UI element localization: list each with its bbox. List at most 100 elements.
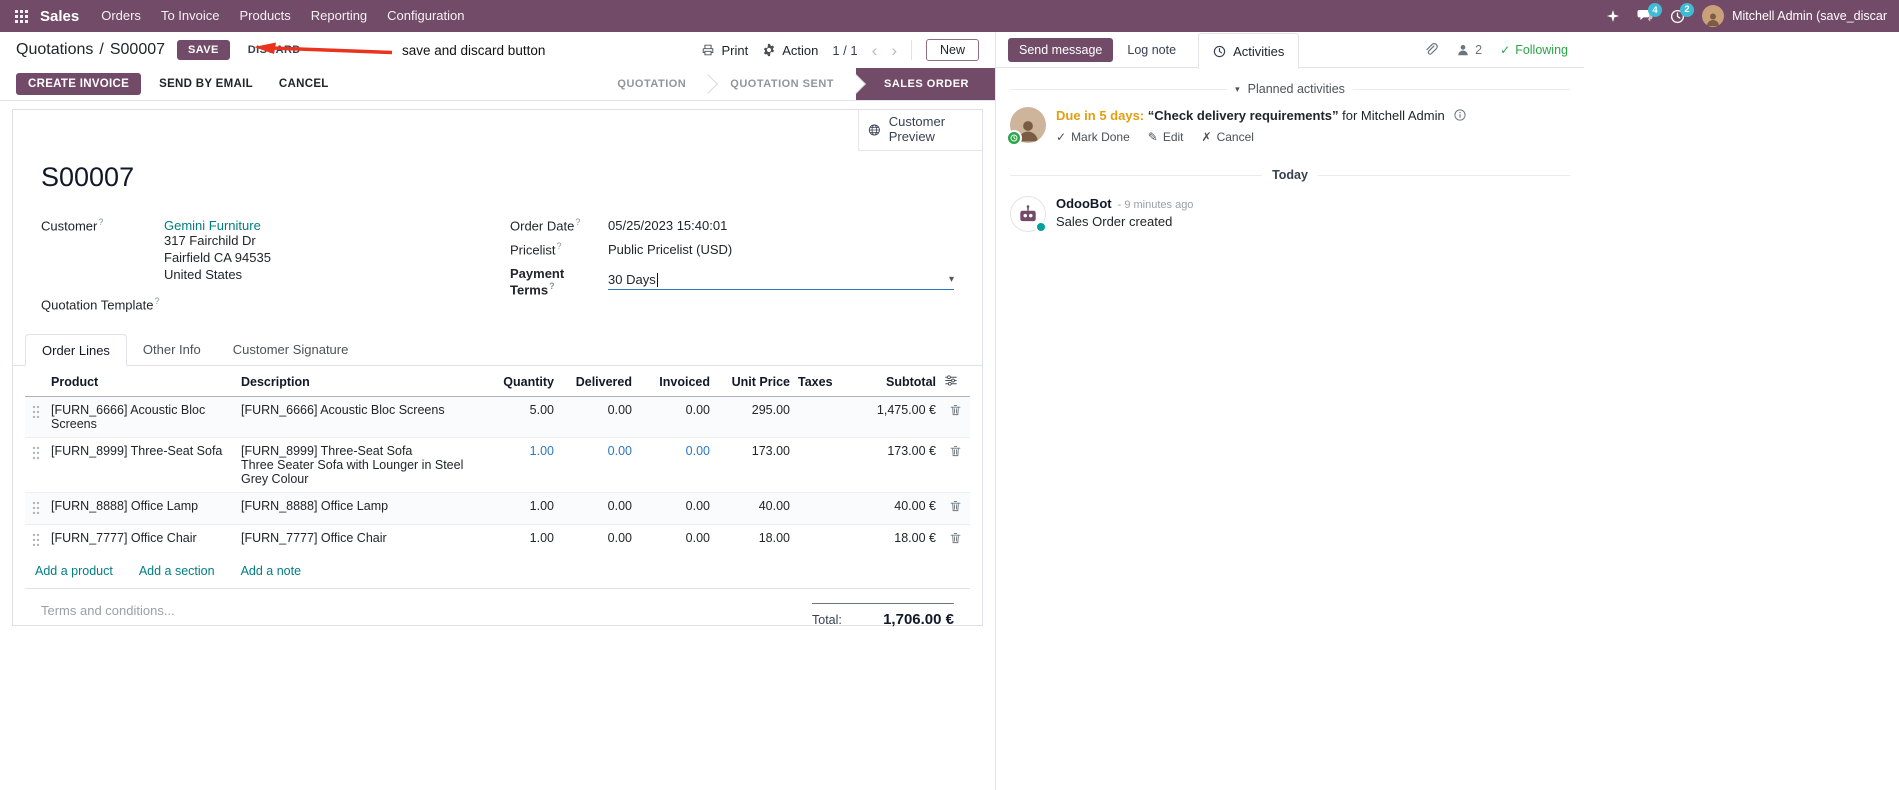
drag-handle-icon[interactable] bbox=[25, 397, 47, 438]
add-a-product-link[interactable]: Add a product bbox=[35, 564, 113, 578]
pricelist-field[interactable]: Public Pricelist (USD) bbox=[608, 242, 732, 257]
cell-quantity[interactable]: 1.00 bbox=[484, 437, 558, 493]
order-date-field[interactable]: 05/25/2023 15:40:01 bbox=[608, 218, 727, 233]
menu-reporting[interactable]: Reporting bbox=[301, 0, 377, 32]
menu-orders[interactable]: Orders bbox=[91, 0, 151, 32]
send-by-email-button[interactable]: SEND BY EMAIL bbox=[151, 73, 261, 95]
following-toggle[interactable]: ✓ Following bbox=[1500, 43, 1568, 57]
activities-tab[interactable]: Activities bbox=[1198, 32, 1300, 69]
payment-terms-value: 30 Days bbox=[608, 272, 656, 288]
column-settings-icon[interactable] bbox=[940, 366, 970, 398]
pager-previous-icon[interactable]: ‹ bbox=[872, 42, 878, 59]
edit-activity-button[interactable]: ✎ Edit bbox=[1148, 130, 1184, 144]
cell-invoiced[interactable]: 0.00 bbox=[636, 397, 714, 438]
status-steps: QUOTATION QUOTATION SENT SALES ORDER bbox=[595, 68, 995, 100]
step-sales-order[interactable]: SALES ORDER bbox=[856, 68, 995, 100]
cell-product[interactable]: [FURN_6666] Acoustic Bloc Screens bbox=[47, 397, 237, 438]
action-label: Action bbox=[782, 42, 819, 58]
add-a-note-link[interactable]: Add a note bbox=[241, 564, 301, 578]
cell-invoiced[interactable]: 0.00 bbox=[636, 524, 714, 557]
cell-quantity[interactable]: 5.00 bbox=[484, 397, 558, 438]
drag-handle-icon[interactable] bbox=[25, 437, 47, 493]
cell-delivered[interactable]: 0.00 bbox=[558, 524, 636, 557]
cell-unit-price[interactable]: 18.00 bbox=[714, 524, 794, 557]
log-note-button[interactable]: Log note bbox=[1117, 38, 1186, 62]
planned-activities-label: Planned activities bbox=[1247, 82, 1345, 96]
tab-other-info[interactable]: Other Info bbox=[127, 334, 217, 365]
planned-activities-header[interactable]: ▾ Planned activities bbox=[1010, 82, 1570, 96]
create-invoice-button[interactable]: CREATE INVOICE bbox=[16, 73, 142, 95]
date-divider: Today bbox=[1010, 168, 1571, 182]
cell-description[interactable]: [FURN_6666] Acoustic Bloc Screens bbox=[237, 397, 484, 438]
cell-taxes[interactable] bbox=[794, 437, 840, 493]
payment-terms-field[interactable]: 30 Days ▾ bbox=[608, 272, 954, 291]
tab-customer-signature[interactable]: Customer Signature bbox=[217, 334, 365, 365]
add-a-section-link[interactable]: Add a section bbox=[139, 564, 215, 578]
tab-order-lines[interactable]: Order Lines bbox=[25, 334, 127, 367]
order-lines-table: Product Description Quantity Delivered I… bbox=[25, 366, 970, 557]
delete-line-icon[interactable] bbox=[940, 397, 970, 438]
menu-products[interactable]: Products bbox=[229, 0, 300, 32]
send-message-button[interactable]: Send message bbox=[1008, 37, 1114, 62]
customer-link[interactable]: Gemini Furniture bbox=[164, 218, 261, 233]
cell-taxes[interactable] bbox=[794, 524, 840, 557]
cell-delivered[interactable]: 0.00 bbox=[558, 492, 636, 525]
activities-tab-label: Activities bbox=[1233, 43, 1285, 59]
customer-preview-button[interactable]: Customer Preview bbox=[858, 110, 982, 151]
followers-button[interactable]: 2 bbox=[1456, 43, 1482, 57]
message-author[interactable]: OdooBot bbox=[1056, 196, 1112, 211]
pager-counter: 1 / 1 bbox=[832, 42, 858, 58]
col-description: Description bbox=[237, 366, 484, 398]
delete-line-icon[interactable] bbox=[940, 492, 970, 525]
action-menu-button[interactable]: Action bbox=[762, 43, 818, 58]
cancel-button[interactable]: CANCEL bbox=[271, 73, 337, 95]
order-date-label: Order Date? bbox=[510, 217, 581, 234]
terms-and-conditions-placeholder[interactable]: Terms and conditions... bbox=[41, 603, 175, 618]
info-icon[interactable] bbox=[1454, 109, 1466, 124]
breadcrumb-quotations[interactable]: Quotations bbox=[16, 41, 93, 59]
step-quotation-sent[interactable]: QUOTATION SENT bbox=[708, 68, 856, 100]
cell-taxes[interactable] bbox=[794, 492, 840, 525]
cell-invoiced[interactable]: 0.00 bbox=[636, 492, 714, 525]
drag-handle-icon[interactable] bbox=[25, 492, 47, 525]
cell-unit-price[interactable]: 173.00 bbox=[714, 437, 794, 493]
new-button[interactable]: New bbox=[925, 39, 979, 61]
app-name[interactable]: Sales bbox=[34, 8, 91, 25]
cell-unit-price[interactable]: 40.00 bbox=[714, 492, 794, 525]
menu-to-invoice[interactable]: To Invoice bbox=[151, 0, 230, 32]
cell-quantity[interactable]: 1.00 bbox=[484, 524, 558, 557]
activities-count-badge: 2 bbox=[1680, 2, 1695, 17]
cancel-activity-button[interactable]: ✗ Cancel bbox=[1202, 130, 1254, 144]
cell-quantity[interactable]: 1.00 bbox=[484, 492, 558, 525]
customer-preview-label: Customer Preview bbox=[888, 114, 946, 144]
cell-product[interactable]: [FURN_8888] Office Lamp bbox=[47, 492, 237, 525]
discard-button[interactable]: DISCARD bbox=[242, 40, 307, 60]
cell-delivered[interactable]: 0.00 bbox=[558, 437, 636, 493]
cell-description[interactable]: [FURN_8888] Office Lamp bbox=[237, 492, 484, 525]
menu-configuration[interactable]: Configuration bbox=[377, 0, 474, 32]
help-marker: ? bbox=[549, 280, 555, 291]
cell-product[interactable]: [FURN_7777] Office Chair bbox=[47, 524, 237, 557]
step-quotation[interactable]: QUOTATION bbox=[595, 68, 708, 100]
user-menu[interactable]: Mitchell Admin (save_discar bbox=[1702, 5, 1887, 27]
cell-description[interactable]: [FURN_7777] Office Chair bbox=[237, 524, 484, 557]
apps-grid-icon[interactable] bbox=[8, 0, 34, 32]
delete-line-icon[interactable] bbox=[940, 437, 970, 493]
pager-next-icon[interactable]: › bbox=[891, 42, 897, 59]
attachments-icon[interactable] bbox=[1423, 42, 1438, 57]
activity-clock-icon[interactable]: 2 bbox=[1670, 2, 1695, 24]
cell-taxes[interactable] bbox=[794, 397, 840, 438]
messages-icon[interactable]: 4 bbox=[1637, 3, 1663, 23]
cell-product[interactable]: [FURN_8999] Three-Seat Sofa bbox=[47, 437, 237, 493]
sparkle-icon[interactable] bbox=[1606, 9, 1620, 23]
save-button[interactable]: SAVE bbox=[177, 40, 230, 60]
customer-field[interactable]: Gemini Furniture 317 Fairchild Dr Fairfi… bbox=[164, 218, 271, 284]
cell-delivered[interactable]: 0.00 bbox=[558, 397, 636, 438]
mark-done-button[interactable]: ✓ Mark Done bbox=[1056, 130, 1130, 144]
drag-handle-icon[interactable] bbox=[25, 524, 47, 557]
print-button[interactable]: Print bbox=[701, 43, 748, 58]
delete-line-icon[interactable] bbox=[940, 524, 970, 557]
cell-description[interactable]: [FURN_8999] Three-Seat Sofa Three Seater … bbox=[237, 437, 484, 493]
cell-invoiced[interactable]: 0.00 bbox=[636, 437, 714, 493]
cell-unit-price[interactable]: 295.00 bbox=[714, 397, 794, 438]
